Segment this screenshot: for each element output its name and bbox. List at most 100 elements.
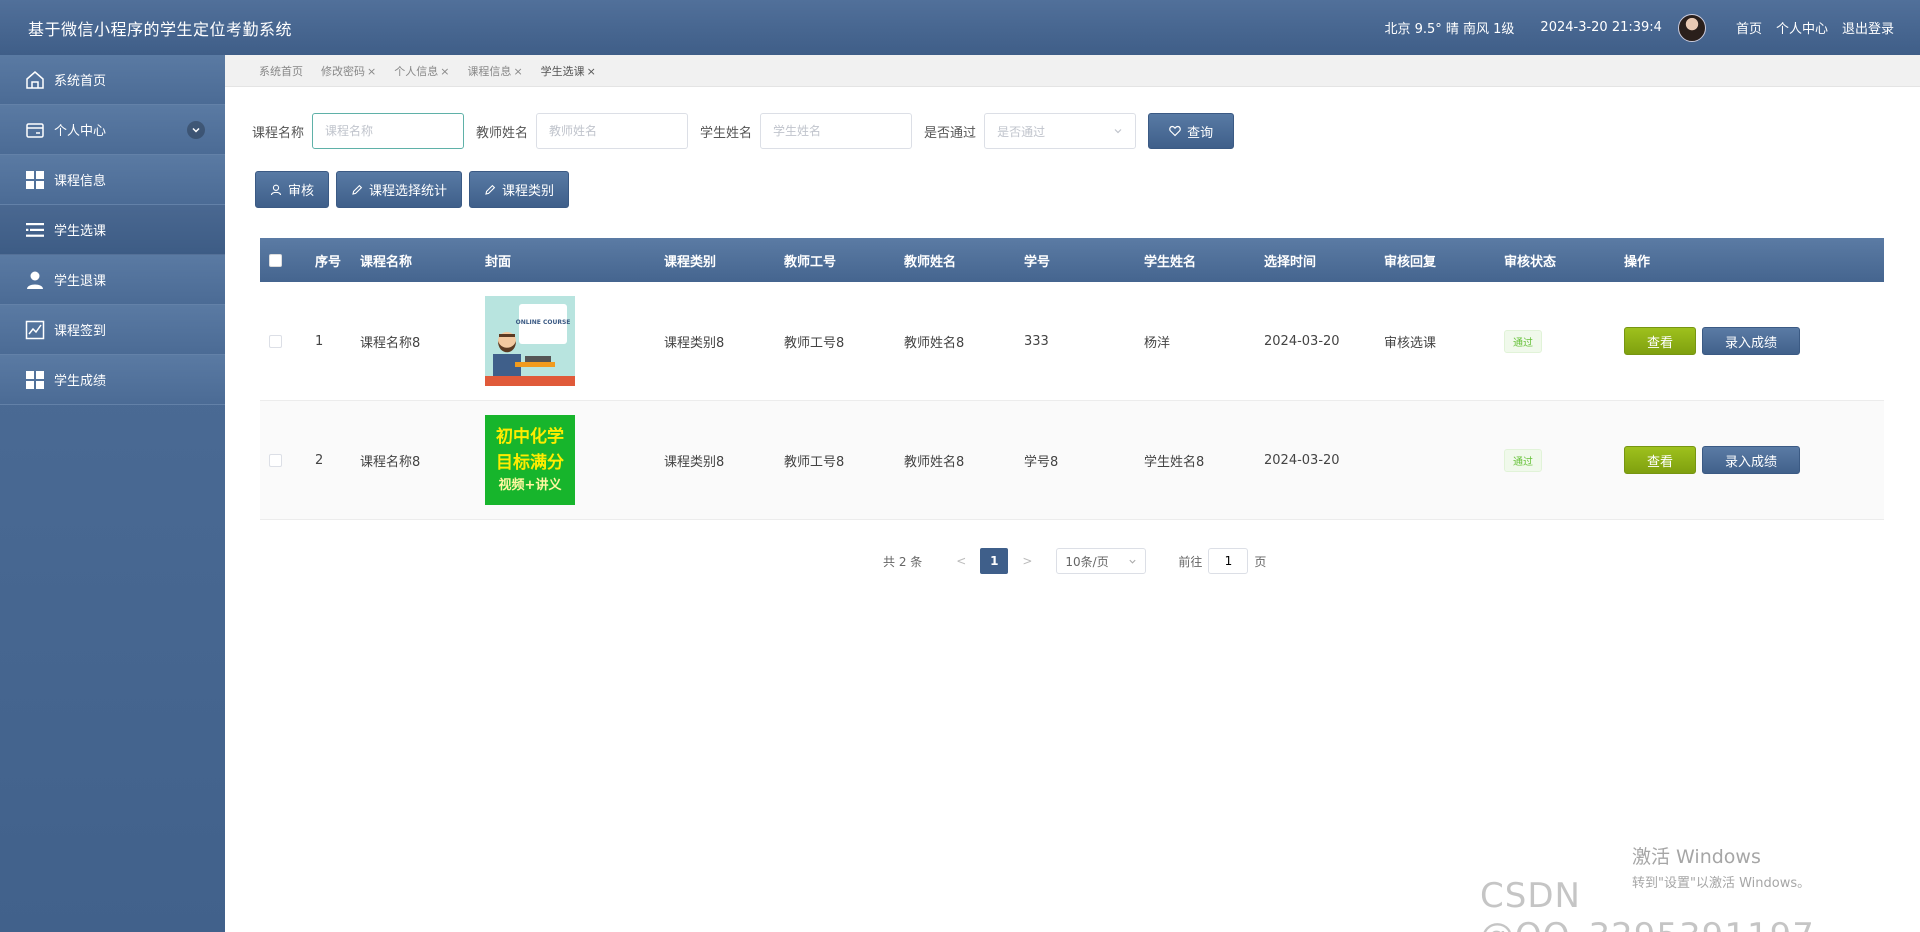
select-all-checkbox[interactable] bbox=[269, 253, 282, 267]
close-icon[interactable]: × bbox=[440, 65, 449, 78]
row-checkbox[interactable] bbox=[269, 453, 282, 467]
prev-page-button[interactable]: < bbox=[956, 554, 966, 568]
logout-link[interactable]: 退出登录 bbox=[1842, 18, 1894, 37]
header-cell: 审核状态 bbox=[1504, 254, 1557, 270]
header-cell: 封面 bbox=[485, 254, 512, 270]
chevron-down-icon[interactable] bbox=[187, 120, 205, 139]
activate-title: 激活 Windows bbox=[1632, 846, 1761, 868]
tab-label: 课程信息 bbox=[467, 64, 512, 78]
teacher-name: 教师姓名8 bbox=[904, 335, 965, 351]
edit-icon bbox=[352, 184, 363, 195]
pagination: 共 2 条 < 1 > 10条/页 前往 页 bbox=[883, 548, 1266, 574]
goto-page-input[interactable] bbox=[1208, 548, 1249, 574]
course-name-input[interactable] bbox=[312, 113, 465, 149]
enter-grade-button[interactable]: 录入成绩 bbox=[1702, 327, 1800, 355]
ops-cell: 查看 录入成绩 bbox=[1624, 327, 1884, 355]
sidebar-item-label: 课程签到 bbox=[54, 324, 107, 339]
sidebar-item-label: 学生选课 bbox=[54, 224, 107, 239]
header-cell: 操作 bbox=[1624, 254, 1651, 270]
sidebar-item-course-select[interactable]: 学生选课 bbox=[0, 205, 225, 255]
tab-label: 学生选课 bbox=[540, 64, 585, 78]
audit-button[interactable]: 审核 bbox=[255, 171, 330, 208]
header-cell: 学号 bbox=[1024, 254, 1051, 270]
chart-icon bbox=[24, 319, 46, 341]
page-size-value: 10条/页 bbox=[1065, 554, 1109, 569]
student-name-input[interactable] bbox=[760, 113, 913, 149]
tab-home[interactable]: 系统首页 bbox=[259, 63, 303, 79]
sidebar-item-grades[interactable]: 学生成绩 bbox=[0, 355, 225, 405]
sidebar-item-home[interactable]: 系统首页 bbox=[0, 55, 225, 105]
app-title: 基于微信小程序的学生定位考勤系统 bbox=[28, 19, 293, 39]
close-icon[interactable]: × bbox=[367, 65, 376, 78]
cover-line: 目标满分 bbox=[496, 453, 564, 473]
sidebar-item-checkin[interactable]: 课程签到 bbox=[0, 305, 225, 355]
course-name-label: 课程名称 bbox=[252, 125, 305, 141]
sidebar: 系统首页 个人中心 课程信息 学生选课 学生退课 课程签到 学生成绩 bbox=[0, 55, 225, 932]
enter-grade-button[interactable]: 录入成绩 bbox=[1702, 446, 1800, 474]
row-select-cell bbox=[260, 453, 315, 467]
grid-icon bbox=[24, 169, 46, 191]
cover-cell: 初中化学 目标满分 视频+讲义 bbox=[485, 415, 664, 505]
course-name: 课程名称8 bbox=[360, 335, 421, 351]
view-button[interactable]: 查看 bbox=[1624, 327, 1696, 355]
user-icon bbox=[270, 184, 282, 195]
pass-label: 是否通过 bbox=[924, 125, 977, 141]
view-button[interactable]: 查看 bbox=[1624, 446, 1696, 474]
sidebar-item-label: 课程信息 bbox=[54, 174, 107, 189]
table-row: 1 课程名称8 ONLINE COURSE 课程类别8 教师工号8 教师姓名8 … bbox=[260, 282, 1884, 401]
grid-icon bbox=[24, 369, 46, 391]
query-button-label: 查询 bbox=[1187, 125, 1214, 141]
select-time: 2024-03-20 bbox=[1264, 333, 1340, 349]
online-course-illustration: ONLINE COURSE bbox=[485, 296, 575, 386]
header-cell: 学生姓名 bbox=[1144, 254, 1197, 270]
student-no: 333 bbox=[1024, 333, 1049, 349]
tab-change-password[interactable]: 修改密码 × bbox=[321, 63, 376, 79]
header-cell: 教师工号 bbox=[784, 254, 837, 270]
sidebar-item-profile[interactable]: 个人中心 bbox=[0, 105, 225, 155]
page-1-button[interactable]: 1 bbox=[980, 548, 1009, 574]
csdn-watermark: CSDN @QQ_3295391197 bbox=[1480, 876, 1814, 932]
datetime: 2024-3-20 21:39:4 bbox=[1540, 20, 1662, 35]
row-checkbox[interactable] bbox=[269, 334, 282, 348]
teacher-name-label: 教师姓名 bbox=[476, 125, 529, 141]
close-icon[interactable]: × bbox=[587, 65, 596, 78]
table-row: 2 课程名称8 初中化学 目标满分 视频+讲义 课程类别8 教师工号8 教师姓名… bbox=[260, 401, 1884, 520]
next-page-button[interactable]: > bbox=[1022, 554, 1032, 568]
goto-label: 前往 bbox=[1178, 554, 1203, 569]
avatar[interactable] bbox=[1677, 13, 1706, 42]
sidebar-item-course-info[interactable]: 课程信息 bbox=[0, 155, 225, 205]
table-header: 序号 课程名称 封面 课程类别 教师工号 教师姓名 学号 学生姓名 选择时间 审… bbox=[260, 238, 1884, 282]
sidebar-item-label: 学生成绩 bbox=[54, 374, 107, 389]
teacher-name: 教师姓名8 bbox=[904, 454, 965, 470]
home-link[interactable]: 首页 bbox=[1736, 18, 1762, 37]
cover-line: 视频+讲义 bbox=[498, 478, 562, 493]
status-cell: 通过 bbox=[1504, 329, 1624, 353]
course-selection-table: 序号 课程名称 封面 课程类别 教师工号 教师姓名 学号 学生姓名 选择时间 审… bbox=[260, 238, 1884, 520]
sidebar-item-label: 系统首页 bbox=[54, 74, 107, 89]
close-icon[interactable]: × bbox=[513, 65, 522, 78]
header-cell: 审核回复 bbox=[1384, 254, 1437, 270]
page-size-select[interactable]: 10条/页 bbox=[1056, 548, 1147, 574]
status-badge: 通过 bbox=[1504, 448, 1542, 472]
query-button[interactable]: 查询 bbox=[1148, 113, 1235, 149]
header-cell: 课程名称 bbox=[360, 254, 413, 270]
teacher-name-input[interactable] bbox=[536, 113, 689, 149]
tab-course-select[interactable]: 学生选课 × bbox=[541, 63, 596, 79]
cover-line: 初中化学 bbox=[496, 427, 564, 447]
tab-personal-info[interactable]: 个人信息 × bbox=[394, 63, 449, 79]
student-name-label: 学生姓名 bbox=[700, 125, 753, 141]
tab-label: 个人信息 bbox=[394, 64, 439, 78]
ops-cell: 查看 录入成绩 bbox=[1624, 446, 1884, 474]
course-category-button[interactable]: 课程类别 bbox=[469, 171, 570, 208]
pass-select[interactable]: 是否通过 bbox=[984, 113, 1137, 149]
header-cell: 课程类别 bbox=[664, 254, 717, 270]
status-cell: 通过 bbox=[1504, 448, 1624, 472]
course-name: 课程名称8 bbox=[360, 454, 421, 470]
profile-link[interactable]: 个人中心 bbox=[1776, 18, 1828, 37]
sidebar-item-course-drop[interactable]: 学生退课 bbox=[0, 255, 225, 305]
tab-label: 系统首页 bbox=[259, 64, 303, 78]
weather-info: 北京 9.5° 晴 南风 1级 bbox=[1384, 22, 1515, 37]
course-stats-button-label: 课程选择统计 bbox=[369, 184, 448, 199]
course-stats-button[interactable]: 课程选择统计 bbox=[336, 171, 463, 208]
tab-course-info[interactable]: 课程信息 × bbox=[467, 63, 522, 79]
